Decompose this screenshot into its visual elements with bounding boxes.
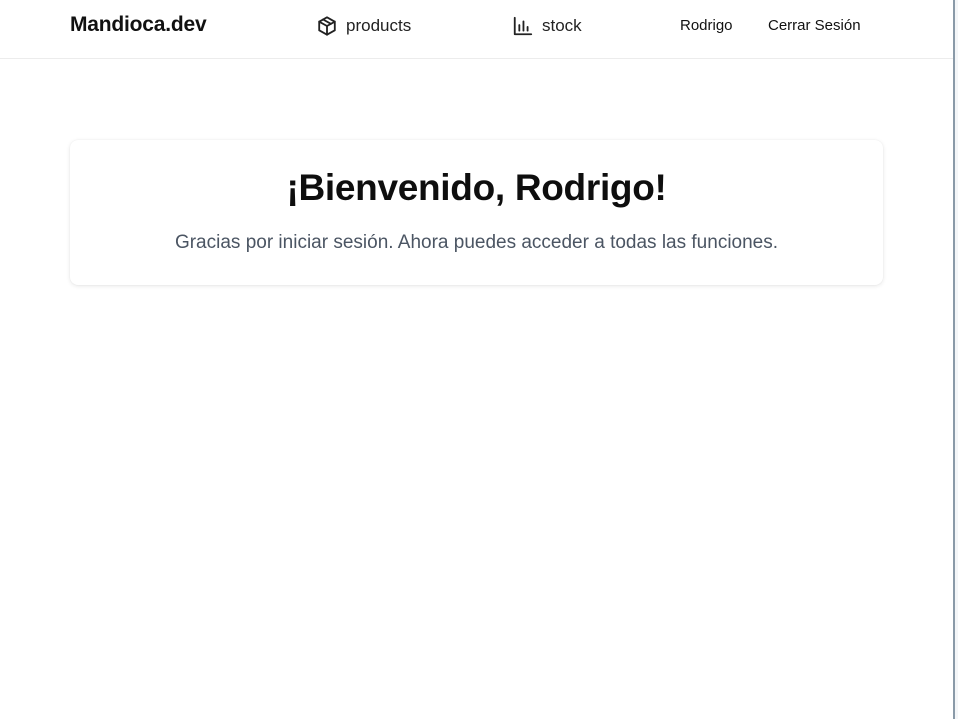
logout-button[interactable]: Cerrar Sesión <box>768 17 861 34</box>
nav-link-label: products <box>346 16 412 35</box>
top-navbar: Mandioca.dev products stock Rodrigo Cerr… <box>0 0 953 59</box>
bar-chart-icon <box>512 15 534 37</box>
brand-logo-link[interactable]: Mandioca.dev <box>70 13 207 37</box>
app-page: Mandioca.dev products stock Rodrigo Cerr… <box>0 0 958 719</box>
user-name-link[interactable]: Rodrigo <box>680 17 733 34</box>
nav-link-stock[interactable]: stock <box>512 15 582 37</box>
nav-link-products[interactable]: products <box>316 15 411 37</box>
nav-link-label: stock <box>542 16 582 35</box>
welcome-message: Gracias por iniciar sesión. Ahora puedes… <box>174 232 779 253</box>
welcome-card: ¡Bienvenido, Rodrigo! Gracias por inicia… <box>70 140 883 285</box>
welcome-title: ¡Bienvenido, Rodrigo! <box>286 167 667 208</box>
package-icon <box>316 15 338 37</box>
